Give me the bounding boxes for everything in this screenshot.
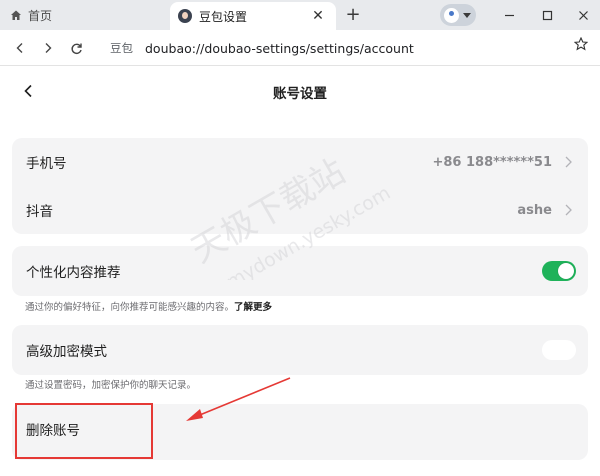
annotation-highlight-box — [15, 403, 153, 459]
url-text: doubao://doubao-settings/settings/accoun… — [145, 40, 414, 56]
personalized-card: 个性化内容推荐 — [12, 246, 588, 296]
personalized-note: 通过你的偏好特征，向你推荐可能感兴趣的内容。了解更多 — [25, 299, 272, 313]
personalized-note-text: 通过你的偏好特征，向你推荐可能感兴趣的内容。 — [25, 302, 235, 313]
browser-toolbar: 豆包 doubao://doubao-settings/settings/acc… — [0, 30, 600, 66]
doubao-favicon-icon — [178, 9, 192, 23]
learn-more-link[interactable]: 了解更多 — [234, 302, 272, 313]
douyin-label: 抖音 — [26, 204, 53, 220]
phone-row[interactable]: 手机号 +86 188******51 — [12, 138, 588, 186]
close-icon — [578, 10, 588, 20]
toggle-knob — [544, 342, 560, 358]
new-tab-button[interactable]: + — [344, 6, 362, 24]
arrow-left-icon — [16, 43, 23, 53]
reload-icon — [70, 43, 82, 54]
toggle-knob — [558, 263, 574, 279]
star-icon[interactable] — [574, 37, 588, 51]
douyin-value: ashe — [517, 202, 552, 218]
account-card: 手机号 +86 188******51 抖音 ashe — [12, 138, 588, 234]
plus-icon: + — [345, 4, 361, 25]
phone-label: 手机号 — [26, 156, 67, 172]
home-icon — [11, 10, 21, 20]
douyin-row[interactable]: 抖音 ashe — [12, 186, 588, 234]
back-nav-button[interactable] — [10, 38, 30, 58]
reload-button[interactable] — [66, 38, 86, 58]
personalized-toggle[interactable] — [542, 261, 576, 281]
arrow-right-icon — [45, 43, 52, 53]
chevron-right-icon — [565, 204, 572, 216]
encryption-note: 通过设置密码，加密保护你的聊天记录。 — [25, 380, 197, 391]
encryption-label: 高级加密模式 — [26, 344, 107, 360]
maximize-button[interactable] — [530, 0, 564, 30]
site-chip: 豆包 — [110, 41, 133, 55]
tab-close-icon[interactable]: ✕ — [310, 8, 326, 24]
avatar-icon — [444, 7, 459, 23]
maximize-icon — [542, 10, 552, 20]
browser-tab-strip: 首页 豆包设置 ✕ + — [0, 0, 600, 30]
minimize-icon — [504, 14, 514, 16]
forward-nav-button[interactable] — [38, 38, 58, 58]
encryption-toggle[interactable] — [542, 340, 576, 360]
address-bar[interactable]: 豆包 doubao://doubao-settings/settings/acc… — [96, 35, 596, 61]
tab-home[interactable]: 首页 — [0, 0, 170, 30]
tab-active-label: 豆包设置 — [199, 9, 248, 24]
encryption-row: 高级加密模式 — [12, 325, 588, 375]
window-close-button[interactable] — [566, 0, 600, 30]
personalized-row: 个性化内容推荐 — [12, 246, 588, 296]
minimize-button[interactable] — [492, 0, 526, 30]
tab-home-label: 首页 — [28, 8, 53, 23]
chevron-right-icon — [565, 156, 572, 168]
encryption-card: 高级加密模式 — [12, 325, 588, 375]
profile-button[interactable] — [440, 4, 476, 26]
personalized-label: 个性化内容推荐 — [26, 265, 121, 281]
page-title: 账号设置 — [273, 86, 327, 102]
annotation-arrow-icon — [186, 377, 291, 421]
phone-value: +86 188******51 — [432, 154, 552, 170]
chevron-down-icon — [463, 12, 471, 18]
tab-doubao-settings[interactable]: 豆包设置 ✕ — [170, 2, 336, 30]
